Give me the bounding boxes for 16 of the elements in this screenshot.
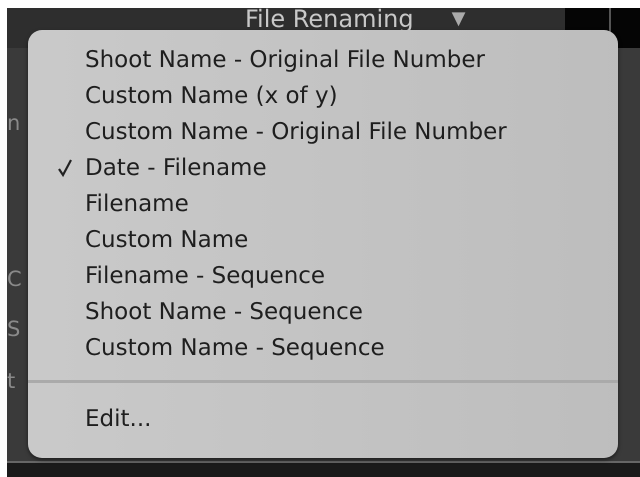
panel-title[interactable]: File Renaming: [245, 8, 414, 32]
field-label: n: [7, 110, 20, 136]
menu-item[interactable]: Date - Filename: [28, 150, 618, 186]
field-label: C: [7, 266, 22, 292]
field-label: S: [7, 316, 20, 342]
menu-item[interactable]: Custom Name - Sequence: [28, 330, 618, 366]
menu-item[interactable]: Filename: [28, 186, 618, 222]
menu-item[interactable]: Filename - Sequence: [28, 258, 618, 294]
dropdown-arrow[interactable]: ▼: [452, 8, 466, 30]
menu-item[interactable]: Custom Name - Original File Number: [28, 114, 618, 150]
field-label: t: [7, 368, 16, 394]
menu-item[interactable]: Custom Name: [28, 222, 618, 258]
menu-item[interactable]: Shoot Name - Sequence: [28, 294, 618, 330]
menu-item[interactable]: Custom Name (x of y): [28, 78, 618, 114]
menu-item[interactable]: Shoot Name - Original File Number: [28, 42, 618, 78]
menu-item[interactable]: Edit...: [28, 401, 618, 437]
